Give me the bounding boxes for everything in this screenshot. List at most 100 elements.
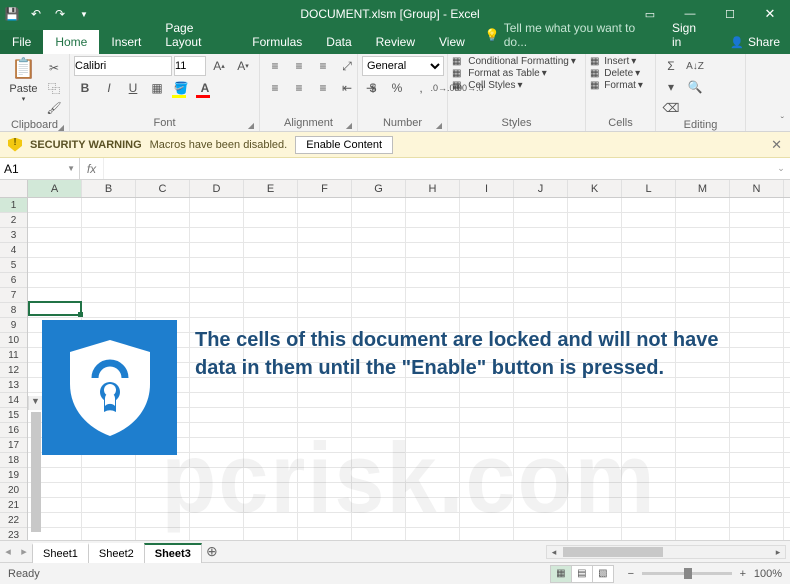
align-left-icon[interactable]: ≡ [264, 78, 286, 98]
font-color-button[interactable]: A [194, 78, 216, 98]
row-header[interactable]: 17 [0, 438, 27, 453]
percent-format-icon[interactable]: % [386, 78, 408, 98]
row-header[interactable]: 11 [0, 348, 27, 363]
name-box-dropdown-icon[interactable]: ▼ [67, 164, 75, 173]
paste-button[interactable]: 📋 Paste ▾ [4, 56, 43, 103]
cell-styles-button[interactable]: ▦ Cell Styles▾ [452, 80, 523, 91]
sheet-tab-1[interactable]: Sheet1 [32, 543, 89, 563]
close-icon[interactable]: ✕ [750, 6, 790, 22]
align-middle-icon[interactable]: ≡ [288, 56, 310, 76]
row-header[interactable]: 23 [0, 528, 27, 540]
autosum-icon[interactable]: Σ [660, 56, 682, 76]
grow-font-icon[interactable]: A▴ [208, 56, 230, 76]
font-launcher-icon[interactable]: ◢ [248, 121, 254, 130]
col-header[interactable]: I [460, 180, 514, 197]
sheet-nav-last-icon[interactable]: ▸ [16, 545, 32, 558]
row-header[interactable]: 19 [0, 468, 27, 483]
row-header[interactable]: 14 [0, 393, 27, 408]
delete-cells-button[interactable]: ▦ Delete▾ [590, 68, 640, 79]
cut-icon[interactable]: ✂ [43, 58, 65, 78]
find-select-icon[interactable]: 🔍 [684, 77, 706, 97]
number-launcher-icon[interactable]: ◢ [436, 121, 442, 130]
new-sheet-icon[interactable]: ⊕ [201, 543, 223, 560]
signin-link[interactable]: Sign in [658, 16, 720, 54]
col-header[interactable]: M [676, 180, 730, 197]
collapse-ribbon-icon[interactable]: ˇ [781, 116, 784, 127]
col-header[interactable]: G [352, 180, 406, 197]
fill-color-button[interactable]: 🪣 [170, 78, 192, 98]
tab-insert[interactable]: Insert [99, 30, 153, 54]
zoom-slider[interactable] [642, 572, 732, 575]
shrink-font-icon[interactable]: A▾ [232, 56, 254, 76]
row-header[interactable]: 9 [0, 318, 27, 333]
col-header[interactable]: C [136, 180, 190, 197]
font-name-combo[interactable] [74, 56, 172, 76]
row-header[interactable]: 4 [0, 243, 27, 258]
zoom-level[interactable]: 100% [754, 568, 782, 580]
tab-file[interactable]: File [0, 30, 43, 54]
col-header[interactable]: H [406, 180, 460, 197]
tab-data[interactable]: Data [314, 30, 363, 54]
font-size-combo[interactable] [174, 56, 206, 76]
fill-icon[interactable]: ▾ [660, 77, 682, 97]
orientation-icon[interactable]: ⤢ [336, 56, 358, 76]
align-top-icon[interactable]: ≡ [264, 56, 286, 76]
formula-expand-icon[interactable]: ⌄ [772, 158, 790, 179]
clear-icon[interactable]: ⌫ [660, 98, 682, 118]
col-header[interactable]: K [568, 180, 622, 197]
row-header[interactable]: 13 [0, 378, 27, 393]
decrease-indent-icon[interactable]: ⇤ [336, 78, 358, 98]
scroll-thumb[interactable] [31, 412, 41, 532]
accounting-format-icon[interactable]: $ [362, 78, 384, 98]
col-header[interactable]: D [190, 180, 244, 197]
tab-review[interactable]: Review [364, 30, 427, 54]
row-header[interactable]: 10 [0, 333, 27, 348]
row-header[interactable]: 12 [0, 363, 27, 378]
col-header[interactable]: L [622, 180, 676, 197]
tab-home[interactable]: Home [43, 30, 99, 54]
hscroll-left-icon[interactable]: ◂ [547, 546, 561, 558]
align-center-icon[interactable]: ≡ [288, 78, 310, 98]
zoom-out-icon[interactable]: − [624, 568, 638, 580]
underline-button[interactable]: U [122, 78, 144, 98]
zoom-slider-knob[interactable] [684, 568, 692, 579]
copy-icon[interactable]: ⿻ [43, 78, 65, 98]
format-as-table-button[interactable]: ▦ Format as Table▾ [452, 68, 547, 79]
horizontal-scrollbar[interactable]: ◂ ▸ [546, 545, 786, 559]
save-icon[interactable]: 💾 [0, 7, 24, 21]
enable-content-button[interactable]: Enable Content [295, 136, 393, 154]
row-header[interactable]: 8 [0, 303, 27, 318]
row-header[interactable]: 6 [0, 273, 27, 288]
format-painter-icon[interactable]: 🖌 [43, 98, 65, 118]
format-cells-button[interactable]: ▦ Format▾ [590, 80, 643, 91]
sheet-nav-first-icon[interactable]: ◂ [0, 545, 16, 558]
clipboard-launcher-icon[interactable]: ◢ [58, 123, 64, 132]
vertical-scrollbar[interactable]: ▲ ▼ [28, 396, 42, 410]
view-page-layout-icon[interactable]: ▤ [571, 565, 593, 583]
sheet-tab-3[interactable]: Sheet3 [144, 543, 202, 563]
conditional-formatting-button[interactable]: ▦ Conditional Formatting▾ [452, 56, 576, 67]
scroll-down-icon[interactable]: ▼ [29, 396, 42, 410]
hscroll-right-icon[interactable]: ▸ [771, 546, 785, 558]
qat-customize-icon[interactable]: ▼ [72, 10, 96, 19]
col-header[interactable]: F [298, 180, 352, 197]
select-all-corner[interactable] [0, 180, 28, 197]
tab-formulas[interactable]: Formulas [240, 30, 314, 54]
tab-view[interactable]: View [427, 30, 477, 54]
sheet-tab-2[interactable]: Sheet2 [88, 543, 145, 563]
row-header[interactable]: 1 [0, 198, 27, 213]
row-header[interactable]: 7 [0, 288, 27, 303]
insert-cells-button[interactable]: ▦ Insert▾ [590, 56, 636, 67]
zoom-in-icon[interactable]: + [736, 568, 750, 580]
row-header[interactable]: 3 [0, 228, 27, 243]
share-button[interactable]: 👤 Share [720, 30, 790, 54]
redo-icon[interactable]: ↷ [48, 7, 72, 21]
col-header[interactable]: B [82, 180, 136, 197]
name-box[interactable]: A1 ▼ [0, 158, 80, 179]
row-header[interactable]: 5 [0, 258, 27, 273]
security-close-icon[interactable]: ✕ [771, 137, 782, 153]
hscroll-thumb[interactable] [563, 547, 663, 557]
col-header[interactable]: E [244, 180, 298, 197]
cell-area[interactable]: pcrisk.com The cells of this document ar… [28, 198, 790, 540]
row-header[interactable]: 15 [0, 408, 27, 423]
